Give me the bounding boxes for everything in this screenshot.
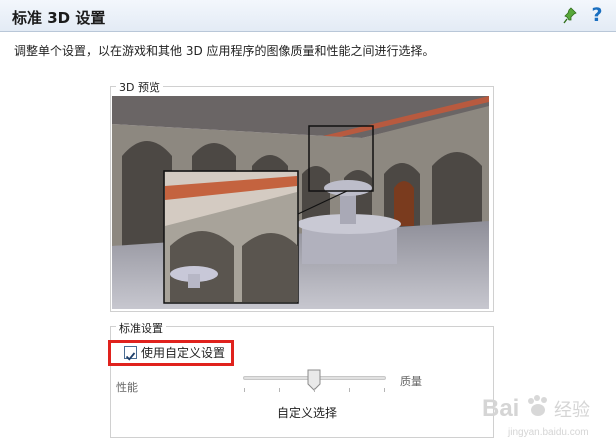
slider-quality-label: 质量 [400, 375, 422, 388]
baidu-watermark: Bai 经验 jingyan.baidu.com [482, 395, 590, 438]
slider-tick [384, 388, 385, 392]
watermark-suffix: 经验 [554, 400, 590, 421]
slider-tick [349, 388, 350, 392]
page-title: 标准 3D 设置 [12, 9, 106, 27]
paw-icon [528, 395, 547, 416]
slider-tick [244, 388, 245, 392]
page-header: 标准 3D 设置 ? [0, 0, 616, 32]
watermark-text: Bai [482, 395, 519, 422]
slider-caption: 自定义选择 [277, 406, 338, 420]
slider-tick [279, 388, 280, 392]
slider-tick [314, 388, 315, 392]
preview-scene-graphic [112, 96, 489, 309]
standard-settings-legend: 标准设置 [116, 320, 166, 336]
use-custom-settings-checkbox[interactable] [124, 346, 137, 361]
use-custom-settings-label[interactable]: 使用自定义设置 [141, 344, 225, 361]
3d-preview-image [112, 96, 489, 309]
page-description: 调整单个设置，以在游戏和其他 3D 应用程序的图像质量和性能之间进行选择。 [14, 44, 435, 58]
checkmark-icon [125, 352, 136, 361]
pin-icon[interactable] [562, 7, 578, 25]
preview-legend: 3D 预览 [116, 79, 163, 95]
watermark-url: jingyan.baidu.com [507, 427, 589, 438]
slider-performance-label: 性能 [116, 381, 138, 394]
help-icon[interactable]: ? [588, 4, 606, 26]
